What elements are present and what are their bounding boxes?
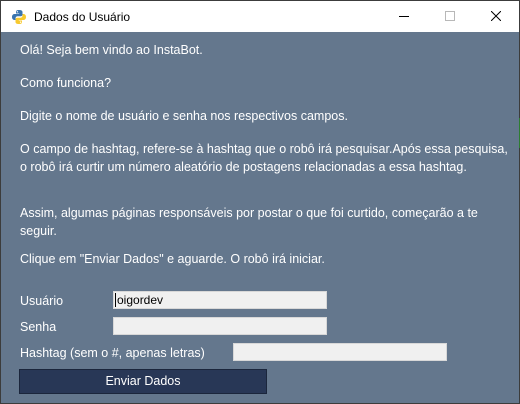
minimize-button[interactable] (381, 1, 427, 32)
username-field[interactable]: oigordev (113, 291, 327, 309)
password-field[interactable] (113, 317, 327, 335)
window-title: Dados do Usuário (34, 10, 131, 24)
instruction-step-2: O campo de hashtag, refere-se à hashtag … (20, 142, 508, 174)
python-icon (11, 9, 27, 25)
instruction-step-4: Clique em "Enviar Dados" e aguarde. O ro… (20, 252, 325, 266)
send-data-button[interactable]: Enviar Dados (19, 369, 267, 394)
password-label: Senha (20, 320, 57, 334)
instruction-step-1: Digite o nome de usuário e senha nos res… (20, 109, 348, 123)
close-icon (491, 11, 501, 21)
instruction-step-3: Assim, algumas páginas responsáveis por … (20, 206, 478, 238)
maximize-button[interactable] (427, 1, 473, 32)
content-area: Olá! Seja bem vindo ao InstaBot. Como fu… (1, 32, 519, 403)
hashtag-field[interactable] (233, 343, 447, 361)
greeting-text: Olá! Seja bem vindo ao InstaBot. (20, 43, 203, 57)
hashtag-label: Hashtag (sem o #, apenas letras) (20, 346, 205, 360)
title-bar[interactable]: Dados do Usuário (1, 1, 519, 32)
close-button[interactable] (473, 1, 519, 32)
text-caret (115, 293, 116, 307)
how-it-works-heading: Como funciona? (20, 76, 112, 90)
app-window: Dados do Usuário Olá! Seja bem vindo ao … (0, 0, 520, 404)
username-label: Usuário (20, 294, 64, 308)
minimize-icon (399, 16, 409, 17)
maximize-icon (445, 11, 455, 21)
